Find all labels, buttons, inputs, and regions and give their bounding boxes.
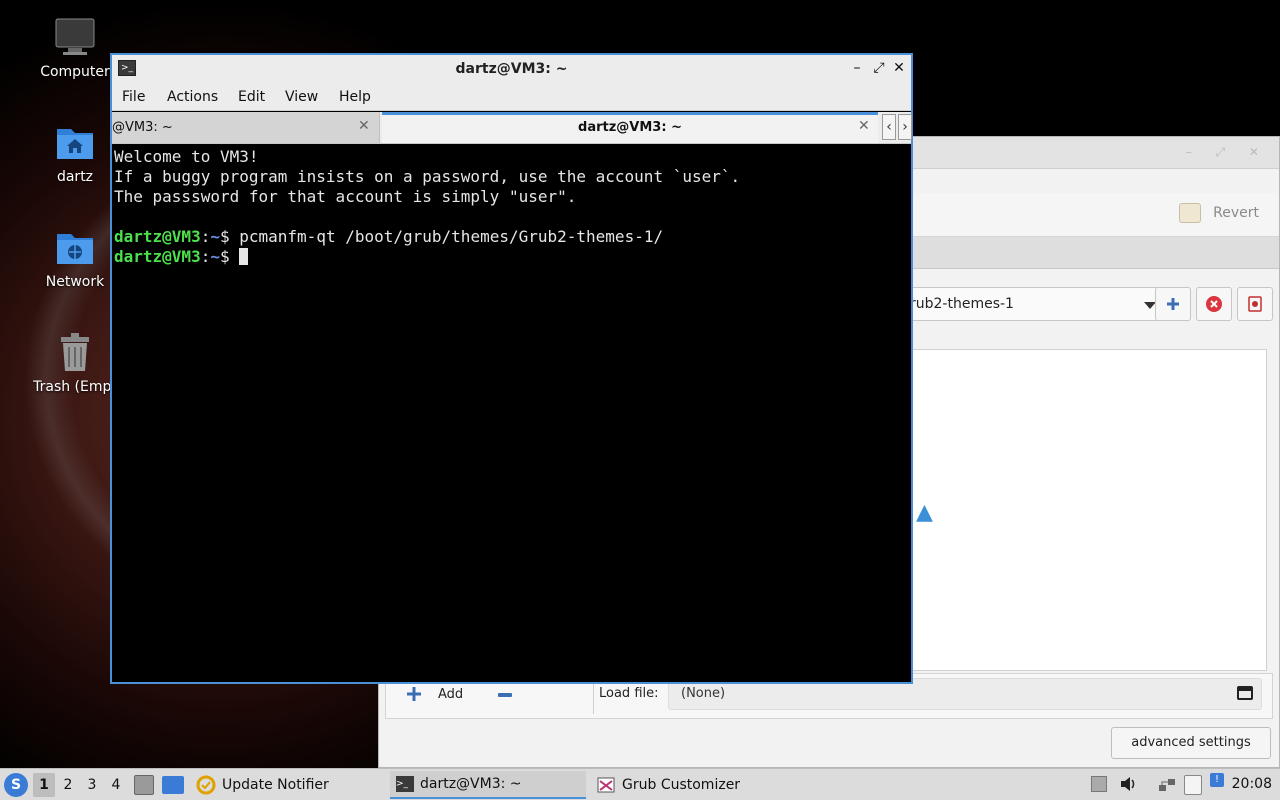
maximize-icon[interactable]: ⤢: [871, 59, 887, 77]
workspace-2[interactable]: 2: [57, 773, 79, 797]
close-icon[interactable]: ✕: [891, 59, 907, 77]
workspace-1[interactable]: 1: [33, 773, 55, 797]
tab-close-icon[interactable]: ✕: [858, 118, 870, 134]
start-menu-icon: S: [10, 777, 22, 793]
workspace-3[interactable]: 3: [81, 773, 103, 797]
grub-customizer-icon: [597, 777, 615, 793]
load-file-value: (None): [681, 686, 726, 701]
menu-view[interactable]: View: [285, 89, 318, 105]
task-grub-customizer[interactable]: Grub Customizer: [590, 771, 780, 799]
task-label: Update Notifier: [222, 777, 329, 793]
revert-icon: [1179, 203, 1202, 223]
revert-button[interactable]: Revert: [1179, 203, 1259, 223]
remove-theme-button[interactable]: [1196, 287, 1232, 321]
tab-label: @VM3: ~: [112, 120, 173, 135]
arch-logo-icon: ▲: [916, 500, 933, 525]
task-label: dartz@VM3: ~: [420, 776, 522, 792]
text-cursor: [239, 248, 249, 265]
taskbar: S 1 2 3 4 Update Notifier >_ dartz@VM3: …: [0, 768, 1280, 800]
menu-bar: File Actions Edit View Help: [112, 83, 911, 111]
start-menu-button[interactable]: S: [4, 773, 28, 797]
plus-icon: [1167, 298, 1179, 310]
terminal-line: If a buggy program insists on a password…: [114, 167, 741, 186]
menu-actions[interactable]: Actions: [167, 89, 218, 105]
network-folder-icon: [53, 226, 97, 270]
minimize-icon[interactable]: –: [849, 59, 865, 77]
file-manager-icon[interactable]: [162, 776, 184, 794]
task-label: Grub Customizer: [622, 777, 741, 793]
open-file-icon[interactable]: [1237, 686, 1253, 700]
prompt-symbol: $: [219, 227, 240, 246]
divider: [593, 680, 594, 714]
load-file-label: Load file:: [599, 686, 659, 701]
terminal-window[interactable]: >_ dartz@VM3: ~ – ⤢ ✕ File Actions Edit …: [110, 53, 913, 684]
network-icon[interactable]: [1158, 776, 1176, 794]
window-title: dartz@VM3: ~: [455, 61, 568, 77]
terminal-command-line: dartz@VM3:~$ pcmanfm-qt /boot/grub/theme…: [114, 227, 909, 247]
remove-file-button[interactable]: [498, 693, 512, 697]
clock[interactable]: 20:08: [1232, 776, 1272, 792]
tab-close-icon[interactable]: ✕: [358, 118, 370, 134]
prompt-path: ~: [210, 227, 220, 246]
terminal-app-icon: >_: [396, 776, 414, 792]
terminal-line: Welcome to VM3!: [114, 147, 259, 166]
tab-terminal-2[interactable]: dartz@VM3: ~ ✕: [382, 112, 878, 143]
tab-terminal-1[interactable]: @VM3: ~ ✕: [112, 112, 380, 143]
prompt-symbol: $: [219, 247, 240, 266]
clipboard-icon[interactable]: [1184, 775, 1202, 795]
prompt-user: dartz@VM3: [114, 227, 201, 246]
tab-label: dartz@VM3: ~: [578, 120, 682, 135]
theme-options-icon: [1248, 296, 1262, 312]
home-folder-icon: [53, 121, 97, 165]
task-terminal[interactable]: >_ dartz@VM3: ~: [390, 771, 586, 799]
update-notifier-icon: [196, 775, 216, 795]
menu-help[interactable]: Help: [339, 89, 371, 105]
prompt-user: dartz@VM3: [114, 247, 201, 266]
terminal-line: The passsword for that account is simply…: [114, 187, 577, 206]
menu-file[interactable]: File: [122, 89, 145, 105]
add-theme-button[interactable]: [1155, 287, 1191, 321]
prompt-separator: :: [200, 227, 211, 246]
delete-circle-icon: [1206, 296, 1222, 312]
computer-icon: [53, 16, 97, 60]
tab-scroll-left-icon[interactable]: ‹: [882, 114, 896, 140]
desktop: Computer dartz Network Trash (Empt – ⤢ ✕…: [0, 0, 1280, 768]
grub-window-controls: – ⤢ ✕: [1185, 145, 1269, 159]
add-label: Add: [438, 686, 464, 702]
notification-icon[interactable]: !: [1210, 773, 1224, 787]
terminal-active-prompt[interactable]: dartz@VM3:~$: [114, 247, 909, 267]
task-update-notifier[interactable]: Update Notifier: [190, 771, 380, 799]
volume-icon[interactable]: [1119, 775, 1137, 793]
terminal-output[interactable]: Welcome to VM3! If a buggy program insis…: [112, 145, 911, 682]
theme-options-button[interactable]: [1237, 287, 1273, 321]
terminal-tab-bar: @VM3: ~ ✕ dartz@VM3: ~ ✕ ‹ ›: [112, 112, 912, 144]
command-text: pcmanfm-qt /boot/grub/themes/Grub2-theme…: [239, 227, 664, 246]
terminal-titlebar[interactable]: >_ dartz@VM3: ~ – ⤢ ✕: [112, 55, 911, 83]
eject-icon[interactable]: [1091, 776, 1107, 792]
menu-edit[interactable]: Edit: [238, 89, 265, 105]
theme-preview: ▲: [909, 349, 1267, 671]
plus-icon: [407, 687, 421, 701]
advanced-settings-button[interactable]: advanced settings: [1111, 727, 1271, 759]
workspace-4[interactable]: 4: [105, 773, 127, 797]
show-desktop-icon[interactable]: [134, 775, 154, 795]
tab-scroll-right-icon[interactable]: ›: [898, 114, 912, 140]
add-file-button[interactable]: Add: [406, 686, 463, 702]
trash-icon: [53, 331, 97, 375]
prompt-separator: :: [200, 247, 211, 266]
theme-select[interactable]: rub2-themes-1: [899, 287, 1167, 321]
theme-select-value: rub2-themes-1: [910, 296, 1014, 312]
prompt-path: ~: [210, 247, 220, 266]
revert-label: Revert: [1213, 205, 1259, 221]
